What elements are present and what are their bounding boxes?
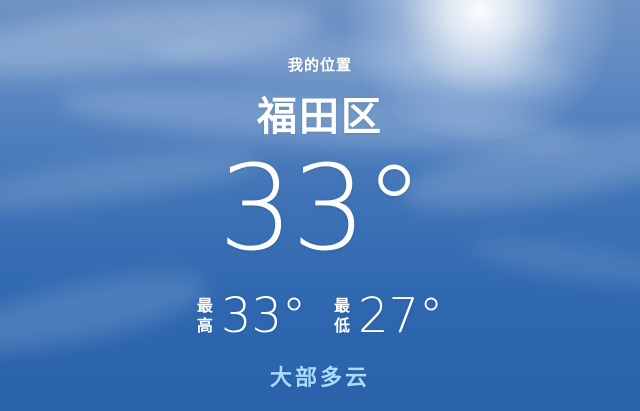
high-label-char: 最 (196, 296, 213, 315)
location-label: 我的位置 (287, 56, 352, 74)
high-value: 33° (220, 288, 306, 344)
weather-condition: 大部多云 (269, 366, 370, 391)
high-low-row: 最 高 33° 最 低 27° (0, 290, 640, 342)
low-label: 最 低 (334, 296, 350, 336)
low-label-char: 最 (334, 296, 351, 315)
low-label-char: 低 (334, 316, 351, 335)
high-temperature: 最 高 33° (197, 290, 306, 342)
low-temperature: 最 低 27° (334, 290, 443, 342)
high-label: 最 高 (197, 296, 213, 336)
current-temperature: 33° (218, 139, 423, 277)
city-name: 福田区 (257, 94, 383, 140)
weather-header: 我的位置 福田区 33° 最 高 33° 最 低 27° 大部多云 (0, 0, 640, 411)
high-label-char: 高 (196, 316, 213, 335)
current-temperature-row: 33° (0, 138, 640, 278)
weather-background: 我的位置 福田区 33° 最 高 33° 最 低 27° 大部多云 (0, 0, 640, 411)
low-value: 27° (358, 288, 444, 344)
